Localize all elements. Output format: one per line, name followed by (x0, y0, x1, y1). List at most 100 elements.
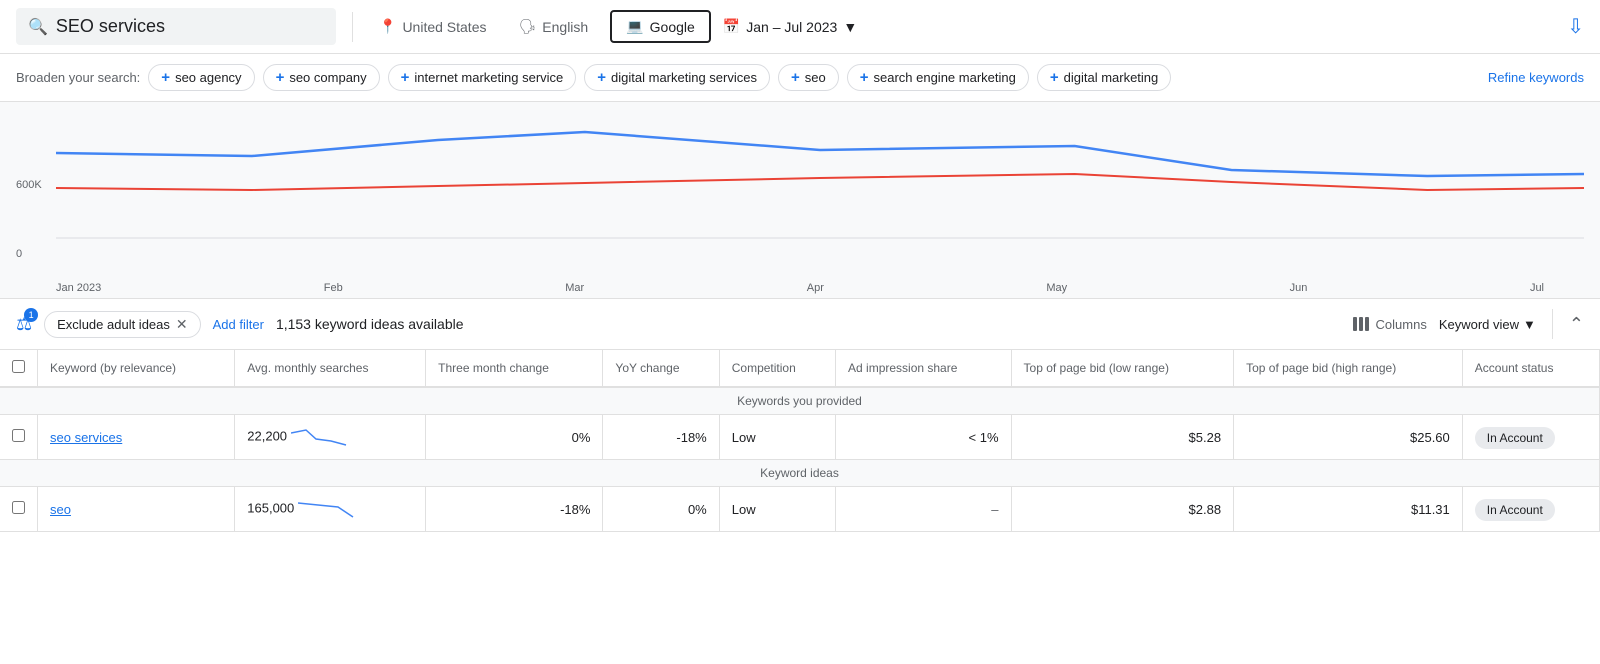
remove-filter-icon[interactable]: ✕ (176, 316, 188, 333)
row-checkbox-input[interactable] (12, 501, 25, 514)
keyword-count: 1,153 keyword ideas available (276, 316, 464, 332)
yoy-cell: 0% (603, 487, 719, 532)
chip-seo-agency[interactable]: + seo agency (148, 64, 254, 91)
filter-bar: ⚖ 1 Exclude adult ideas ✕ Add filter 1,1… (0, 299, 1600, 350)
columns-icon (1352, 315, 1370, 333)
search-box[interactable]: 🔍 SEO services (16, 8, 336, 45)
divider (1552, 309, 1553, 339)
filter-button[interactable]: ⚖ 1 (16, 314, 32, 335)
in-account-badge: In Account (1475, 499, 1555, 521)
blue-trend-line (56, 132, 1584, 176)
y-label-600k: 600K (16, 179, 42, 191)
y-label-0: 0 (16, 248, 22, 260)
keyword-link[interactable]: seo (50, 502, 71, 517)
columns-label: Columns (1376, 317, 1427, 332)
platform-selector[interactable]: 💻 Google (610, 10, 711, 43)
divider (352, 12, 353, 42)
keyword-cell: seo (38, 487, 235, 532)
chip-digital-marketing[interactable]: + digital marketing (1037, 64, 1171, 91)
platform-icon: 💻 (626, 18, 643, 35)
add-filter-button[interactable]: Add filter (213, 317, 264, 332)
section-header-provided: Keywords you provided (0, 387, 1600, 415)
mini-chart (291, 425, 351, 449)
row-checkbox[interactable] (0, 415, 38, 460)
th-three-month[interactable]: Three month change (426, 350, 603, 387)
keyword-view-button[interactable]: Keyword view ▼ (1439, 317, 1536, 332)
chip-internet-marketing[interactable]: + internet marketing service (388, 64, 577, 91)
location-selector[interactable]: 📍 United States (369, 12, 497, 41)
competition-cell: Low (719, 487, 835, 532)
bid-high-cell: $11.31 (1234, 487, 1463, 532)
bid-high-cell: $25.60 (1234, 415, 1463, 460)
chip-seo[interactable]: + seo (778, 64, 839, 91)
language-icon: 🗣 (519, 18, 537, 35)
ad-impression-cell: – (836, 487, 1012, 532)
avg-monthly-value: 165,000 (247, 500, 294, 515)
th-avg-monthly[interactable]: Avg. monthly searches (235, 350, 426, 387)
keyword-view-label: Keyword view (1439, 317, 1519, 332)
trend-chart-area: 600K 0 Jan 2023 Feb Mar Apr May Jun Jul (0, 102, 1600, 299)
chart-svg (56, 118, 1584, 258)
broaden-bar: Broaden your search: + seo agency + seo … (0, 54, 1600, 102)
chip-search-engine-marketing[interactable]: + search engine marketing (847, 64, 1029, 91)
collapse-button[interactable]: ⌃ (1569, 314, 1584, 335)
location-icon: 📍 (379, 18, 396, 35)
chart-x-labels: Jan 2023 Feb Mar Apr May Jun Jul (16, 278, 1584, 294)
row-checkbox[interactable] (0, 487, 38, 532)
row-checkbox-input[interactable] (12, 429, 25, 442)
th-competition[interactable]: Competition (719, 350, 835, 387)
three-month-cell: -18% (426, 487, 603, 532)
chip-seo-company[interactable]: + seo company (263, 64, 380, 91)
date-range-label: Jan – Jul 2023 (746, 19, 837, 35)
account-status-cell: In Account (1462, 415, 1599, 460)
section-header-ideas: Keyword ideas (0, 460, 1600, 487)
plus-icon: + (597, 69, 606, 86)
chip-label: digital marketing services (611, 70, 757, 85)
chip-label: search engine marketing (873, 70, 1015, 85)
x-label-jan: Jan 2023 (56, 282, 101, 294)
chip-label: seo agency (175, 70, 242, 85)
account-status-cell: In Account (1462, 487, 1599, 532)
columns-button[interactable]: Columns (1352, 315, 1427, 333)
plus-icon: + (860, 69, 869, 86)
avg-monthly-cell: 165,000 (235, 487, 426, 532)
exclude-adult-chip[interactable]: Exclude adult ideas ✕ (44, 311, 200, 338)
date-range-selector[interactable]: 📅 Jan – Jul 2023 ▼ (723, 18, 857, 35)
refine-keywords-button[interactable]: Refine keywords (1488, 70, 1584, 85)
section-label-ideas: Keyword ideas (0, 460, 1600, 487)
x-label-apr: Apr (807, 282, 824, 294)
search-icon: 🔍 (28, 17, 48, 37)
competition-cell: Low (719, 415, 835, 460)
chip-digital-marketing-services[interactable]: + digital marketing services (584, 64, 770, 91)
th-ad-impression[interactable]: Ad impression share (836, 350, 1012, 387)
avg-monthly-cell: 22,200 (235, 415, 426, 460)
language-label: English (542, 19, 588, 35)
keyword-link[interactable]: seo services (50, 430, 122, 445)
download-button[interactable]: ⇩ (1567, 14, 1584, 39)
platform-label: Google (650, 19, 695, 35)
three-month-cell: 0% (426, 415, 603, 460)
th-bid-low[interactable]: Top of page bid (low range) (1011, 350, 1234, 387)
th-yoy[interactable]: YoY change (603, 350, 719, 387)
language-selector[interactable]: 🗣 English (509, 12, 599, 41)
filter-badge: 1 (24, 308, 38, 322)
mini-chart (298, 497, 358, 521)
chevron-down-icon: ▼ (843, 19, 857, 35)
plus-icon: + (276, 69, 285, 86)
bid-low-cell: $5.28 (1011, 415, 1234, 460)
plus-icon: + (401, 69, 410, 86)
plus-icon: + (1050, 69, 1059, 86)
th-account-status[interactable]: Account status (1462, 350, 1599, 387)
bid-low-cell: $2.88 (1011, 487, 1234, 532)
select-all-checkbox[interactable] (12, 360, 25, 373)
exclude-adult-label: Exclude adult ideas (57, 317, 170, 332)
red-trend-line (56, 174, 1584, 190)
keyword-cell: seo services (38, 415, 235, 460)
in-account-badge: In Account (1475, 427, 1555, 449)
plus-icon: + (161, 69, 170, 86)
th-bid-high[interactable]: Top of page bid (high range) (1234, 350, 1463, 387)
th-checkbox[interactable] (0, 350, 38, 387)
th-keyword[interactable]: Keyword (by relevance) (38, 350, 235, 387)
avg-monthly-value: 22,200 (247, 428, 287, 443)
plus-icon: + (791, 69, 800, 86)
